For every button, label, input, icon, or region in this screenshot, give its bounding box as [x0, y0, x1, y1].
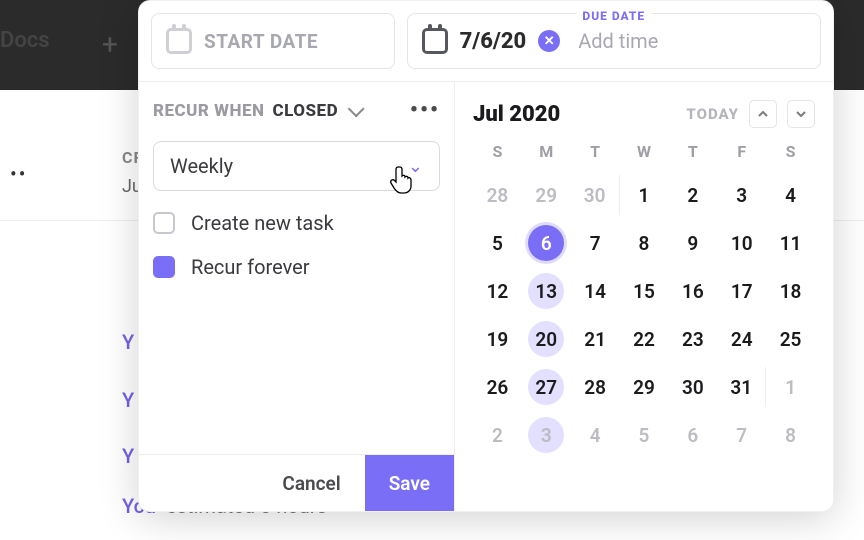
calendar-day[interactable]: 5	[620, 415, 669, 455]
cancel-button[interactable]: Cancel	[258, 455, 364, 511]
create-new-task-label: Create new task	[191, 211, 334, 235]
calendar-day[interactable]: 30	[571, 175, 620, 215]
calendar-grid: SMTWTFS282930123456789101112131415161718…	[473, 142, 815, 455]
day-of-week-header: T	[668, 142, 717, 167]
calendar-day[interactable]: 1	[620, 175, 669, 215]
calendar-day[interactable]: 16	[668, 271, 717, 311]
calendar-day[interactable]: 7	[571, 223, 620, 263]
plus-icon: +	[102, 28, 118, 61]
calendar-day[interactable]: 30	[668, 367, 717, 407]
day-of-week-header: S	[473, 142, 522, 167]
bg-you-3: Y	[122, 444, 134, 468]
chevron-down-icon	[795, 108, 807, 120]
calendar-day[interactable]: 10	[717, 223, 766, 263]
calendar-day[interactable]: 29	[620, 367, 669, 407]
prev-month-button[interactable]	[749, 100, 777, 128]
calendar-day[interactable]: 7	[717, 415, 766, 455]
calendar-day[interactable]: 13	[522, 271, 571, 311]
calendar-day[interactable]: 24	[717, 319, 766, 359]
calendar-day[interactable]: 3	[717, 175, 766, 215]
day-of-week-header: S	[766, 142, 815, 167]
calendar-day[interactable]: 25	[766, 319, 815, 359]
bg-you-1: Y	[122, 330, 134, 354]
frequency-select[interactable]: Weekly ⌄	[153, 141, 440, 191]
calendar-day[interactable]: 11	[766, 223, 815, 263]
calendar-day[interactable]: 20	[522, 319, 571, 359]
chevron-down-icon: ⌄	[408, 156, 423, 177]
recur-trigger-dropdown[interactable]: RECUR WHEN CLOSED •••	[153, 98, 440, 123]
due-date-field[interactable]: DUE DATE 7/6/20 ✕ Add time	[407, 13, 821, 69]
recur-forever-label: Recur forever	[191, 255, 310, 279]
calendar-day[interactable]: 18	[766, 271, 815, 311]
calendar-day[interactable]: 12	[473, 271, 522, 311]
calendar-icon	[422, 28, 448, 54]
calendar-day[interactable]: 1	[766, 367, 815, 407]
due-date-value: 7/6/20	[460, 29, 527, 54]
more-icon: ••	[10, 162, 28, 186]
calendar-day[interactable]: 27	[522, 367, 571, 407]
calendar-day[interactable]: 14	[571, 271, 620, 311]
bg-you-2: Y	[122, 388, 134, 412]
date-modal: START DATE DUE DATE 7/6/20 ✕ Add time RE…	[138, 0, 834, 512]
calendar-day[interactable]: 23	[668, 319, 717, 359]
day-of-week-header: T	[571, 142, 620, 167]
calendar-day[interactable]: 15	[620, 271, 669, 311]
calendar-day[interactable]: 22	[620, 319, 669, 359]
chevron-up-icon	[757, 108, 769, 120]
calendar-day[interactable]: 3	[522, 415, 571, 455]
recur-forever-checkbox[interactable]	[153, 256, 175, 278]
calendar-day[interactable]: 29	[522, 175, 571, 215]
calendar-day[interactable]: 19	[473, 319, 522, 359]
add-time-button[interactable]: Add time	[578, 29, 658, 53]
calendar-day[interactable]: 28	[473, 175, 522, 215]
calendar-day[interactable]: 31	[717, 367, 766, 407]
frequency-value: Weekly	[170, 154, 233, 178]
calendar-day[interactable]: 5	[473, 223, 522, 263]
calendar-day[interactable]: 4	[766, 175, 815, 215]
next-month-button[interactable]	[787, 100, 815, 128]
due-date-label: DUE DATE	[576, 9, 651, 23]
day-of-week-header: F	[717, 142, 766, 167]
calendar-day[interactable]: 8	[766, 415, 815, 455]
day-of-week-header: W	[620, 142, 669, 167]
calendar-day[interactable]: 26	[473, 367, 522, 407]
calendar-day[interactable]: 6	[668, 415, 717, 455]
calendar-day[interactable]: 28	[571, 367, 620, 407]
day-of-week-header: M	[522, 142, 571, 167]
calendar-day[interactable]: 2	[668, 175, 717, 215]
chevron-down-icon	[348, 100, 365, 117]
calendar-day[interactable]: 21	[571, 319, 620, 359]
calendar-day[interactable]: 2	[473, 415, 522, 455]
calendar-day[interactable]: 8	[620, 223, 669, 263]
calendar-day[interactable]: 4	[571, 415, 620, 455]
create-new-task-checkbox[interactable]	[153, 212, 175, 234]
month-label: Jul 2020	[473, 102, 560, 127]
recur-when-label: RECUR WHEN	[153, 101, 264, 121]
clear-due-date-button[interactable]: ✕	[538, 30, 560, 52]
recur-status-value: CLOSED	[272, 101, 338, 121]
start-date-placeholder: START DATE	[204, 30, 318, 53]
calendar-day[interactable]: 17	[717, 271, 766, 311]
calendar-day[interactable]: 9	[668, 223, 717, 263]
save-button[interactable]: Save	[365, 455, 454, 511]
bg-docs-tab: Docs	[0, 28, 50, 53]
calendar-icon	[166, 28, 192, 54]
today-button[interactable]: TODAY	[686, 105, 739, 123]
start-date-field[interactable]: START DATE	[151, 13, 395, 69]
calendar-day[interactable]: 6	[522, 223, 571, 263]
more-options-button[interactable]: •••	[410, 98, 440, 123]
